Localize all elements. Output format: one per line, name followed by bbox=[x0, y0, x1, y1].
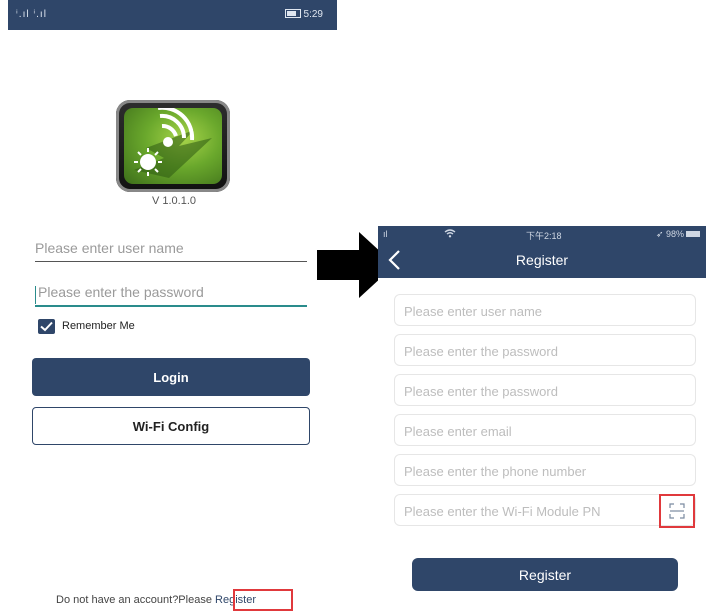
register-highlight-box bbox=[233, 589, 293, 611]
password-input[interactable]: Please enter the password bbox=[38, 284, 310, 306]
status-right: ➶ 98% bbox=[656, 229, 700, 240]
location-icon: ➶ bbox=[655, 229, 666, 239]
status-time: 下午2:18 bbox=[526, 231, 562, 241]
username-field[interactable]: Please enter user name bbox=[394, 294, 696, 326]
password-underline bbox=[35, 305, 307, 307]
status-bar: ıl 下午2:18 ➶ 98% bbox=[378, 226, 706, 242]
remember-me-label: Remember Me bbox=[62, 320, 135, 332]
wifi-icon bbox=[444, 229, 456, 240]
register-prompt: Do not have an account?Please Register bbox=[56, 594, 256, 606]
phone-field[interactable]: Please enter the phone number bbox=[394, 454, 696, 486]
scan-icon[interactable] bbox=[669, 503, 685, 519]
register-screen: ıl 下午2:18 ➶ 98% Register Please enter us… bbox=[378, 226, 706, 611]
password-field[interactable]: Please enter the password bbox=[394, 334, 696, 366]
battery-icon bbox=[284, 9, 301, 18]
no-account-text: Do not have an account?Please bbox=[56, 594, 216, 606]
status-bar: ⁱ.ıl ⁱ.ıl 5:29 bbox=[8, 0, 337, 30]
register-header: ıl 下午2:18 ➶ 98% Register bbox=[378, 226, 706, 278]
battery-icon bbox=[686, 231, 700, 237]
app-logo-icon bbox=[116, 100, 230, 192]
page-title: Register bbox=[515, 252, 569, 268]
login-button[interactable]: Login bbox=[32, 358, 310, 396]
status-time: 5:29 bbox=[284, 9, 323, 20]
username-input[interactable]: Please enter user name bbox=[35, 240, 307, 262]
confirm-password-field[interactable]: Please enter the password bbox=[394, 374, 696, 406]
checkbox-checked-icon[interactable] bbox=[38, 319, 55, 334]
text-cursor bbox=[35, 286, 36, 304]
signal-icon: ⁱ.ıl ⁱ.ıl bbox=[16, 9, 47, 20]
login-screen: ⁱ.ıl ⁱ.ıl 5:29 V 1.0.1.0 Please enter us… bbox=[8, 0, 337, 611]
app-version: V 1.0.1.0 bbox=[151, 195, 197, 207]
register-button[interactable]: Register bbox=[412, 558, 678, 591]
signal-icon: ıl bbox=[383, 229, 388, 239]
username-underline bbox=[35, 261, 307, 262]
wifi-module-pn-field[interactable]: Please enter the Wi-Fi Module PN bbox=[394, 494, 696, 526]
email-field[interactable]: Please enter email bbox=[394, 414, 696, 446]
wifi-config-button[interactable]: Wi-Fi Config bbox=[32, 407, 310, 445]
